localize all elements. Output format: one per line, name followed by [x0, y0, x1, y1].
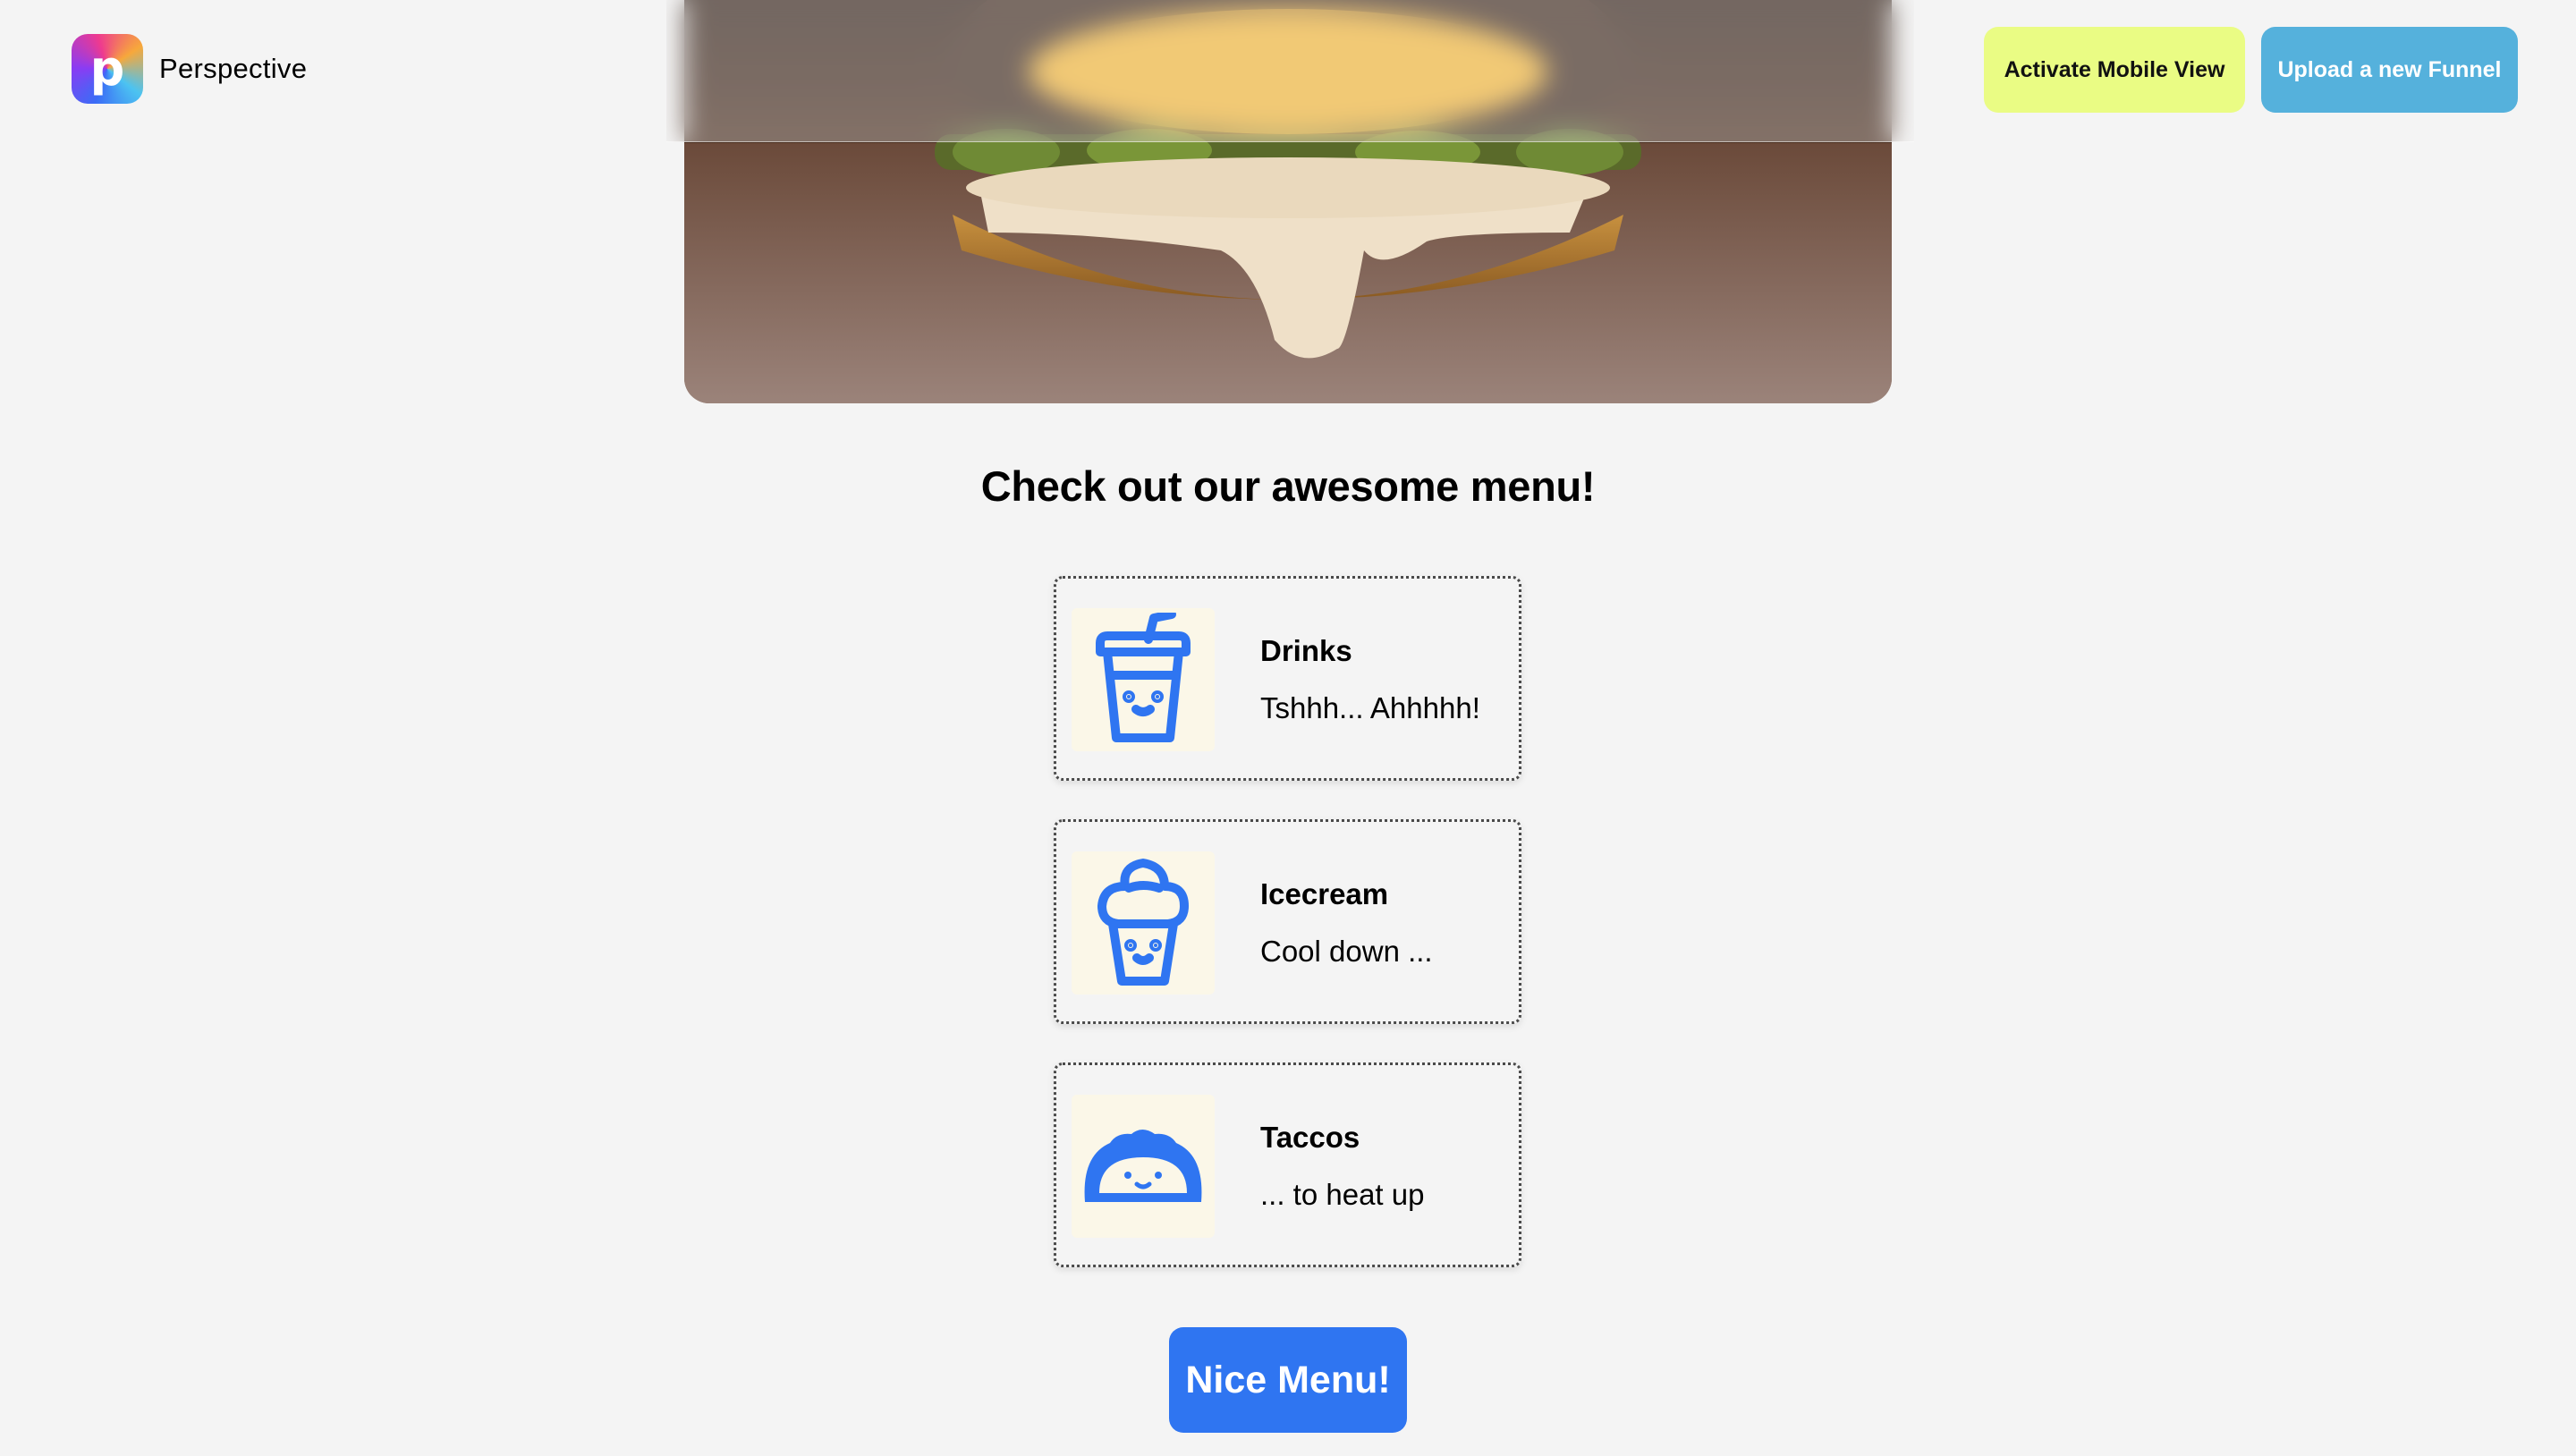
- menu-item-title: Drinks: [1260, 634, 1352, 667]
- nice-menu-button[interactable]: Nice Menu!: [1169, 1327, 1407, 1433]
- menu-item-drinks[interactable]: Drinks Tshhh... Ahhhhh!: [1054, 576, 1521, 781]
- menu-item-description: Cool down ...: [1260, 935, 1433, 968]
- menu-item-taccos[interactable]: Taccos ... to heat up: [1054, 1062, 1521, 1267]
- perspective-logo-icon: p: [72, 34, 143, 104]
- menu-item-title: Taccos: [1260, 1121, 1360, 1154]
- brand-name: Perspective: [159, 53, 308, 84]
- drink-cup-icon: [1072, 608, 1215, 751]
- brand[interactable]: p Perspective: [72, 34, 307, 104]
- menu-item-description: Tshhh... Ahhhhh!: [1260, 691, 1480, 724]
- menu-item-description: ... to heat up: [1260, 1178, 1425, 1211]
- upload-new-funnel-button[interactable]: Upload a new Funnel: [2261, 27, 2518, 113]
- taco-icon: [1072, 1095, 1215, 1238]
- menu-item-icecream[interactable]: Icecream Cool down ...: [1054, 819, 1521, 1024]
- activate-mobile-view-button[interactable]: Activate Mobile View: [1984, 27, 2245, 113]
- icecream-icon: [1072, 851, 1215, 995]
- menu-item-title: Icecream: [1260, 877, 1389, 910]
- hero-top-blur-overlay: [666, 0, 1914, 142]
- page-title: Check out our awesome menu!: [980, 462, 1596, 510]
